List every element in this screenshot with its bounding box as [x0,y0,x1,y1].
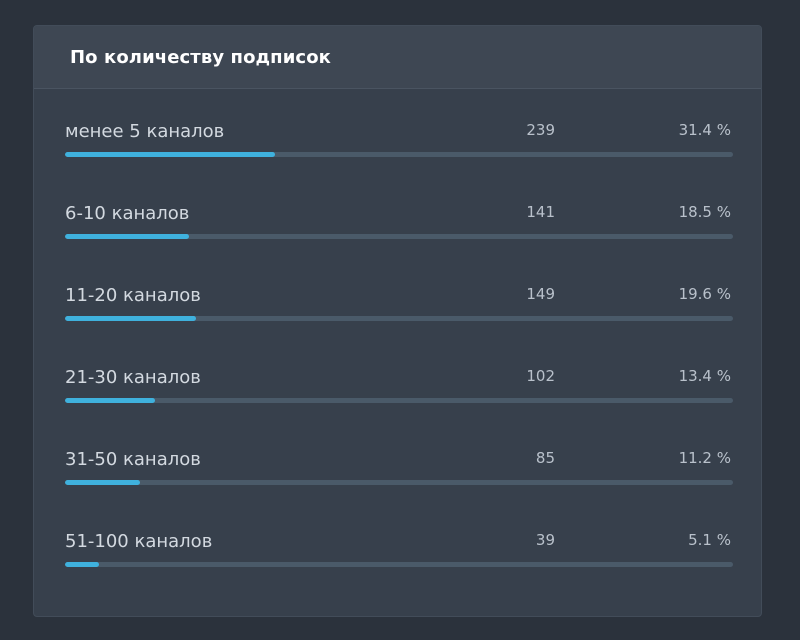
card-title: По количеству подписок [70,46,331,68]
list-item: 31-50 каналов 85 11.2 % [34,449,761,509]
row-percent: 11.2 % [678,449,731,467]
row-count: 102 [526,367,555,385]
subscriptions-card: По количеству подписок менее 5 каналов 2… [33,25,762,617]
row-count: 39 [535,531,555,549]
row-count: 141 [526,203,555,221]
progress-track [65,562,733,567]
list-item: 51-100 каналов 39 5.1 % [34,531,761,591]
list-item: 21-30 каналов 102 13.4 % [34,367,761,427]
row-percent: 5.1 % [688,531,731,549]
progress-fill [65,152,275,157]
progress-track [65,480,733,485]
progress-fill [65,316,196,321]
progress-fill [65,234,189,239]
progress-track [65,398,733,403]
row-label: 31-50 каналов [65,449,201,470]
card-header: По количеству подписок [34,26,761,89]
progress-track [65,316,733,321]
row-percent: 31.4 % [678,121,731,139]
row-label: 11-20 каналов [65,285,201,306]
list-item: 11-20 каналов 149 19.6 % [34,285,761,345]
row-percent: 18.5 % [678,203,731,221]
row-count: 149 [526,285,555,303]
list-item: 6-10 каналов 141 18.5 % [34,203,761,263]
list-item: менее 5 каналов 239 31.4 % [34,121,761,181]
progress-track [65,234,733,239]
row-percent: 13.4 % [678,367,731,385]
row-label: 21-30 каналов [65,367,201,388]
progress-fill [65,480,140,485]
row-label: 51-100 каналов [65,531,213,552]
row-percent: 19.6 % [678,285,731,303]
progress-fill [65,398,155,403]
row-label: менее 5 каналов [65,121,225,142]
progress-fill [65,562,100,567]
progress-track [65,152,733,157]
row-label: 6-10 каналов [65,203,190,224]
row-count: 85 [535,449,555,467]
row-count: 239 [526,121,555,139]
